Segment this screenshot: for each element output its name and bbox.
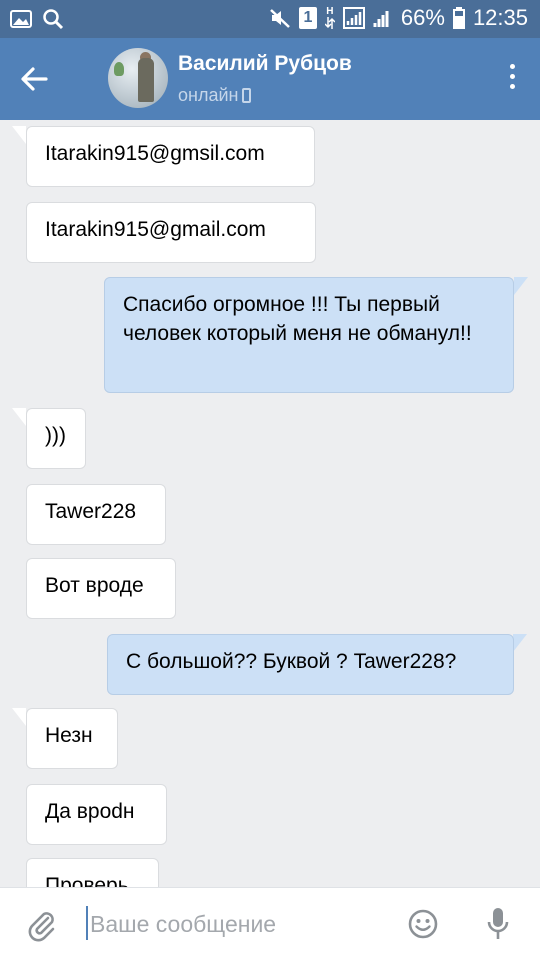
message-incoming[interactable]: Itarakin915@gmsil.com [26,126,315,187]
message-outgoing[interactable]: С большой?? Буквой ? Tawer228? [107,634,514,695]
contact-avatar[interactable] [108,48,168,108]
message-incoming[interactable]: Tawer228 [26,484,166,545]
clock: 12:35 [472,5,528,30]
bubble-tail [12,126,26,144]
more-vertical-icon [509,64,515,69]
message-composer [0,887,540,961]
bubble-tail [513,634,527,652]
chat-header: Василий Рубцов онлайн [0,38,540,120]
smiley-icon [408,909,438,939]
message-incoming[interactable]: Да врodн [26,784,167,845]
back-button[interactable] [18,62,52,96]
message-list[interactable]: Itarakin915@gmsil.com Itarakin915@gmail.… [0,120,540,887]
battery-icon [452,7,465,29]
microphone-icon [487,908,509,939]
mobile-phone-icon [242,88,252,103]
gallery-notification-icon [10,10,32,28]
message-incoming[interactable]: Незн [26,708,118,769]
voice-message-button[interactable] [486,906,510,942]
message-incoming[interactable]: Вот вроде [26,558,176,619]
network-type-label: H [326,6,334,17]
message-incoming[interactable]: Проверь [26,858,159,887]
contact-status: онлайн [178,85,252,106]
paperclip-icon [28,912,55,942]
status-bar: 1 H 66% 12:35 [0,0,540,38]
contact-name[interactable]: Василий Рубцов [178,52,352,76]
attach-button[interactable] [26,908,58,942]
network-type-icon: H [324,6,335,29]
mute-icon [269,7,291,29]
emoji-button[interactable] [408,909,438,939]
bubble-tail [514,277,528,295]
signal-outline-icon [342,7,365,29]
search-notification-icon [42,8,64,30]
sim-card-icon: 1 [298,7,317,29]
arrow-left-icon [21,67,48,91]
bubble-tail [12,708,26,726]
message-incoming[interactable]: Itarakin915@gmail.com [26,202,316,263]
more-options-button[interactable] [506,64,518,94]
bubble-tail [12,408,26,426]
message-input[interactable] [86,904,390,944]
signal-strength-icon [373,7,393,29]
message-outgoing[interactable]: Спасибо огромное !!! Ты первый человек к… [104,277,514,393]
message-incoming[interactable]: ))) [26,408,86,469]
battery-percent: 66% [400,5,445,30]
online-status-label: онлайн [178,85,239,105]
